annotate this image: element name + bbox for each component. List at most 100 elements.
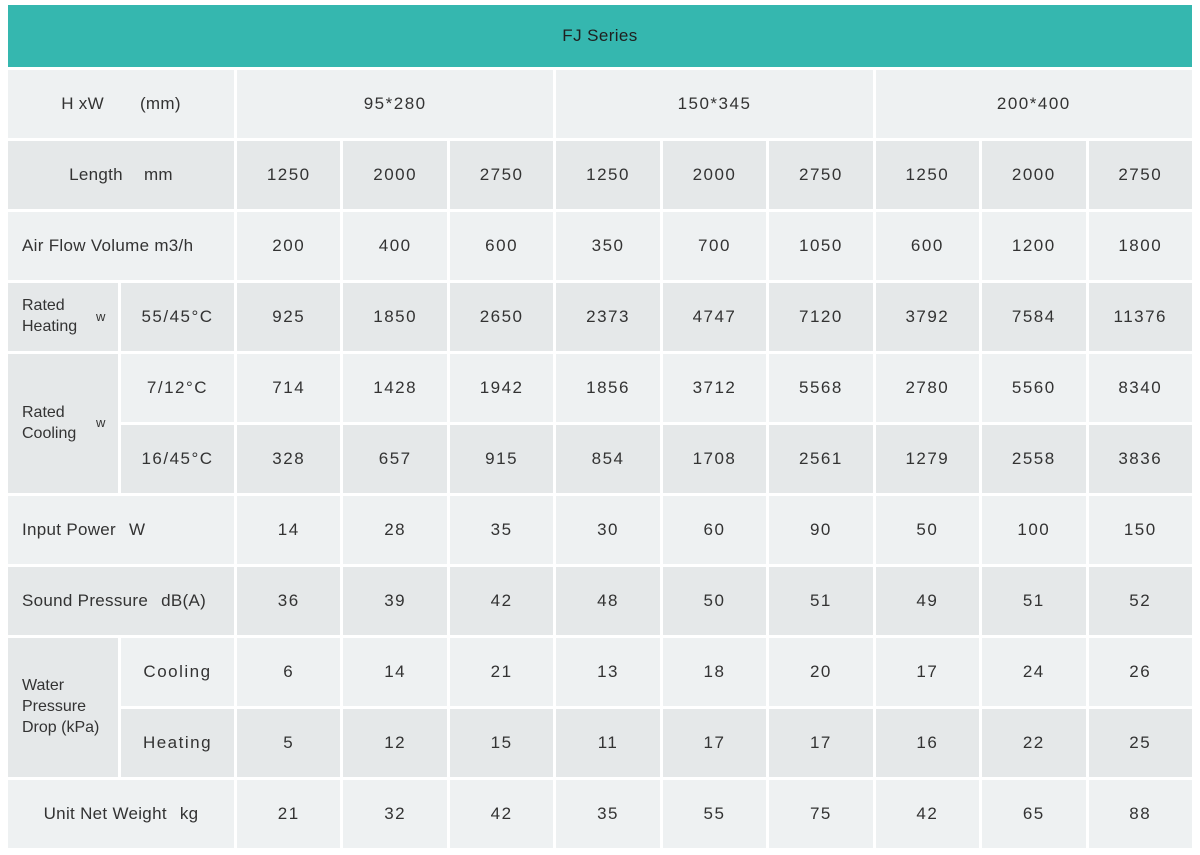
row-size: H xW (mm) 95*280 150*345 200*400 — [8, 70, 1192, 138]
value-cell: 25 — [1089, 709, 1192, 777]
value-cell: 49 — [876, 567, 979, 635]
value-cell: 39 — [343, 567, 446, 635]
value-cell: 50 — [663, 567, 766, 635]
row-label: Sound Pressure — [22, 591, 148, 611]
value-cell: 2561 — [769, 425, 872, 493]
value-cell: 915 — [450, 425, 553, 493]
row-unit-net-weight: Unit Net Weight kg 21 32 42 35 55 75 42 … — [8, 780, 1192, 848]
value-cell: 150 — [1089, 496, 1192, 564]
row-label: Length — [69, 165, 123, 185]
value-cell: 5560 — [982, 354, 1085, 422]
row-rated-cooling-1645: 16/45°C 328 657 915 854 1708 2561 1279 2… — [8, 425, 1192, 493]
value-cell: 2373 — [556, 283, 659, 351]
value-cell: 14 — [343, 638, 446, 706]
value-cell: 50 — [876, 496, 979, 564]
row-label: Unit Net Weight — [44, 804, 167, 824]
value-cell: 1850 — [343, 283, 446, 351]
row-label: Rated Cooling — [22, 403, 86, 445]
value-cell: 32 — [343, 780, 446, 848]
value-cell: 1250 — [556, 141, 659, 209]
value-cell: 13 — [556, 638, 659, 706]
size-group-cell: 150*345 — [556, 70, 872, 138]
mode-cell: Heating — [121, 709, 234, 777]
condition-cell: 55/45°C — [121, 283, 234, 351]
value-cell: 22 — [982, 709, 1085, 777]
value-cell: 328 — [237, 425, 340, 493]
value-cell: 2000 — [343, 141, 446, 209]
condition-cell: 16/45°C — [121, 425, 234, 493]
value-cell: 854 — [556, 425, 659, 493]
row-unit: w — [96, 309, 105, 326]
value-cell: 4747 — [663, 283, 766, 351]
row-unit: mm — [144, 165, 173, 185]
rated-cooling-label-cell: Rated Cooling w — [8, 354, 118, 493]
value-cell: 52 — [1089, 567, 1192, 635]
value-cell: 2750 — [450, 141, 553, 209]
value-cell: 60 — [663, 496, 766, 564]
value-cell: 65 — [982, 780, 1085, 848]
row-label: Water Pressure Drop (kPa) — [22, 676, 102, 738]
row-unit: W — [129, 520, 145, 540]
value-cell: 28 — [343, 496, 446, 564]
value-cell: 15 — [450, 709, 553, 777]
row-label-cell: Length mm — [8, 141, 234, 209]
value-cell: 17 — [769, 709, 872, 777]
row-air-flow: Air Flow Volume m3/h 200 400 600 350 700… — [8, 212, 1192, 280]
value-cell: 925 — [237, 283, 340, 351]
value-cell: 35 — [556, 780, 659, 848]
value-cell: 600 — [450, 212, 553, 280]
value-cell: 1708 — [663, 425, 766, 493]
value-cell: 17 — [876, 638, 979, 706]
row-wpd-cooling: Water Pressure Drop (kPa) Cooling 6 14 2… — [8, 638, 1192, 706]
value-cell: 350 — [556, 212, 659, 280]
value-cell: 1428 — [343, 354, 446, 422]
value-cell: 2000 — [982, 141, 1085, 209]
row-input-power: Input Power W 14 28 35 30 60 90 50 100 1… — [8, 496, 1192, 564]
value-cell: 14 — [237, 496, 340, 564]
value-cell: 42 — [876, 780, 979, 848]
value-cell: 48 — [556, 567, 659, 635]
value-cell: 1279 — [876, 425, 979, 493]
value-cell: 400 — [343, 212, 446, 280]
value-cell: 2780 — [876, 354, 979, 422]
value-cell: 1200 — [982, 212, 1085, 280]
value-cell: 7584 — [982, 283, 1085, 351]
value-cell: 200 — [237, 212, 340, 280]
size-label-cell: H xW (mm) — [8, 70, 234, 138]
value-cell: 26 — [1089, 638, 1192, 706]
value-cell: 90 — [769, 496, 872, 564]
value-cell: 36 — [237, 567, 340, 635]
value-cell: 21 — [237, 780, 340, 848]
value-cell: 5568 — [769, 354, 872, 422]
value-cell: 3836 — [1089, 425, 1192, 493]
value-cell: 55 — [663, 780, 766, 848]
value-cell: 11 — [556, 709, 659, 777]
size-group-cell: 95*280 — [237, 70, 553, 138]
table-title-bar: FJ Series — [8, 5, 1192, 67]
value-cell: 2558 — [982, 425, 1085, 493]
value-cell: 5 — [237, 709, 340, 777]
row-label: Air Flow Volume m3/h — [22, 236, 193, 256]
value-cell: 18 — [663, 638, 766, 706]
value-cell: 75 — [769, 780, 872, 848]
value-cell: 12 — [343, 709, 446, 777]
value-cell: 42 — [450, 780, 553, 848]
mode-cell: Cooling — [121, 638, 234, 706]
value-cell: 1250 — [876, 141, 979, 209]
value-cell: 35 — [450, 496, 553, 564]
row-label: Rated Heating — [22, 296, 86, 338]
value-cell: 30 — [556, 496, 659, 564]
value-cell: 11376 — [1089, 283, 1192, 351]
value-cell: 51 — [769, 567, 872, 635]
value-cell: 3792 — [876, 283, 979, 351]
value-cell: 7120 — [769, 283, 872, 351]
value-cell: 24 — [982, 638, 1085, 706]
row-rated-cooling-712: Rated Cooling w 7/12°C 714 1428 1942 185… — [8, 354, 1192, 422]
value-cell: 100 — [982, 496, 1085, 564]
row-label: Input Power — [22, 520, 116, 540]
row-sound-pressure: Sound Pressure dB(A) 36 39 42 48 50 51 4… — [8, 567, 1192, 635]
size-label: H xW — [61, 94, 104, 114]
condition-cell: 7/12°C — [121, 354, 234, 422]
value-cell: 2750 — [1089, 141, 1192, 209]
value-cell: 1250 — [237, 141, 340, 209]
